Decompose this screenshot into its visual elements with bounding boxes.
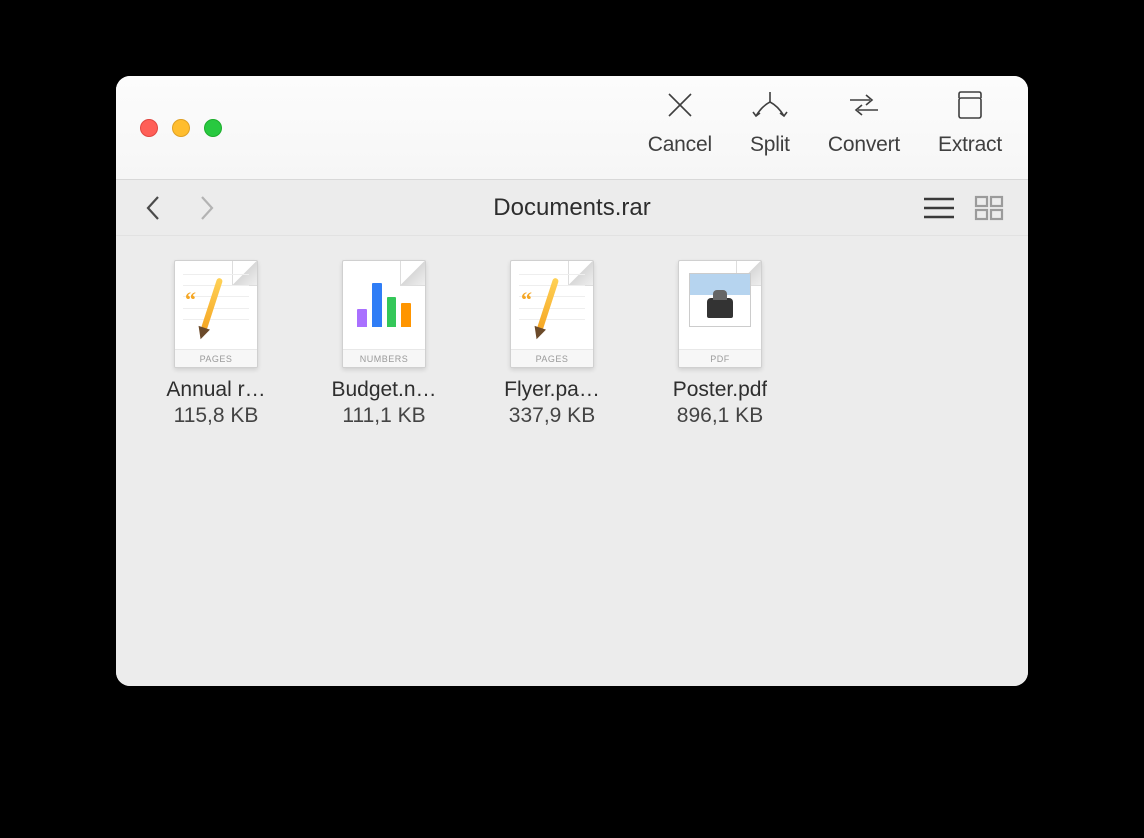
file-name: Flyer.pa… (504, 378, 600, 402)
convert-label: Convert (828, 133, 900, 157)
pdf-file-icon: PDF (664, 258, 776, 370)
file-item[interactable]: NUMBERS Budget.n… 111,1 KB (302, 258, 466, 428)
convert-button[interactable]: Convert (828, 88, 900, 157)
nav-arrows (140, 194, 220, 222)
numbers-file-icon: NUMBERS (328, 258, 440, 370)
nav-bar: Documents.rar (116, 180, 1028, 236)
cancel-button[interactable]: Cancel (648, 88, 712, 157)
file-type-label: PAGES (511, 349, 593, 367)
file-item[interactable]: PDF Poster.pdf 896,1 KB (638, 258, 802, 428)
file-grid: “ PAGES Annual r… 115,8 KB (116, 236, 1028, 686)
list-view-button[interactable] (922, 195, 956, 221)
split-button[interactable]: Split (750, 88, 790, 157)
zoom-window-button[interactable] (204, 119, 222, 137)
extract-icon (953, 88, 987, 127)
file-item[interactable]: “ PAGES Annual r… 115,8 KB (134, 258, 298, 428)
grid-view-button[interactable] (974, 195, 1004, 221)
file-type-label: NUMBERS (343, 349, 425, 367)
forward-button[interactable] (192, 194, 220, 222)
extract-label: Extract (938, 133, 1002, 157)
pages-file-icon: “ PAGES (496, 258, 608, 370)
file-item[interactable]: “ PAGES Flyer.pa… 337,9 KB (470, 258, 634, 428)
convert-icon (844, 88, 884, 127)
file-size: 111,1 KB (342, 404, 425, 428)
file-name: Annual r… (166, 378, 265, 402)
split-label: Split (750, 133, 790, 157)
close-window-button[interactable] (140, 119, 158, 137)
file-name: Budget.n… (331, 378, 436, 402)
view-switcher (922, 195, 1004, 221)
pages-file-icon: “ PAGES (160, 258, 272, 370)
archive-title: Documents.rar (493, 194, 650, 222)
titlebar: Cancel Split (116, 76, 1028, 180)
file-size: 337,9 KB (509, 404, 595, 428)
split-icon (750, 88, 790, 127)
cancel-icon (663, 88, 697, 127)
minimize-window-button[interactable] (172, 119, 190, 137)
file-size: 896,1 KB (677, 404, 763, 428)
file-name: Poster.pdf (673, 378, 768, 402)
file-size: 115,8 KB (174, 404, 259, 428)
back-button[interactable] (140, 194, 168, 222)
extract-button[interactable]: Extract (938, 88, 1002, 157)
cancel-label: Cancel (648, 133, 712, 157)
toolbar: Cancel Split (648, 88, 1002, 167)
window-controls (140, 119, 222, 137)
file-type-label: PDF (679, 349, 761, 367)
file-type-label: PAGES (175, 349, 257, 367)
archive-window: Cancel Split (116, 76, 1028, 686)
